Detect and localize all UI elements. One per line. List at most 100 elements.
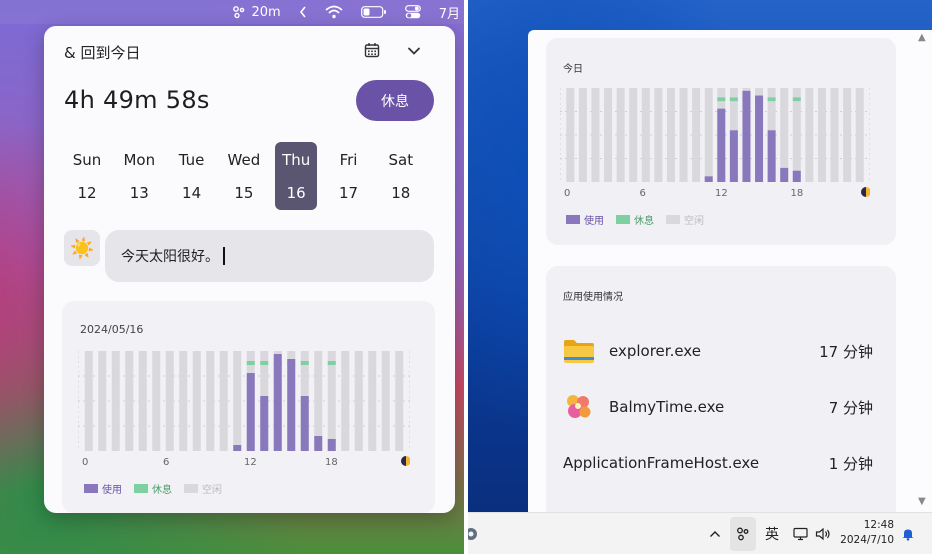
calendar-icon[interactable]: [364, 42, 380, 58]
text-caret: [223, 247, 225, 265]
wifi-icon[interactable]: [316, 0, 352, 24]
scroll-up-icon[interactable]: ▲: [918, 32, 926, 43]
app-row-explorer[interactable]: explorer.exe 17 分钟: [563, 336, 873, 366]
idle-bar: [654, 88, 663, 182]
today-label: 今日: [563, 64, 583, 75]
use-bar: [729, 130, 738, 182]
legend-item: 空闲: [184, 481, 222, 496]
x-tick-label: 18: [791, 188, 804, 199]
idle-bar: [381, 351, 390, 451]
legend-item: 休息: [134, 481, 172, 496]
day-of-week: Sun: [72, 151, 102, 169]
legend-label: 空闲: [202, 485, 222, 496]
today-activity-chart: 0 6 12 18: [560, 88, 870, 206]
day-of-week: Wed: [227, 151, 261, 169]
network-icon[interactable]: [790, 513, 812, 554]
night-half: [861, 187, 866, 197]
day-fri[interactable]: Fri 17: [328, 142, 370, 210]
day-date: 16: [286, 184, 306, 202]
balmytime-window: 今日 0 6 12 18 使用 休息 空闲 应用使用情况 explorer.exe 1…: [528, 30, 932, 512]
night-half: [401, 456, 406, 466]
app-name: explorer.exe: [609, 342, 701, 360]
legend-item: 使用: [566, 212, 604, 227]
idle-bar: [578, 88, 587, 182]
back-to-today-link[interactable]: & 回到今日: [64, 42, 140, 63]
scroll-down-icon[interactable]: ▼: [918, 496, 926, 507]
use-bar: [273, 354, 282, 451]
day-of-week: Tue: [178, 151, 205, 169]
use-bar: [742, 90, 751, 182]
ime-indicator[interactable]: 英: [760, 513, 784, 554]
idle-bar: [843, 88, 852, 182]
idle-bar: [138, 351, 147, 451]
idle-bar: [780, 88, 789, 182]
idle-bar: [395, 351, 404, 451]
menubar-timer: 20m: [251, 4, 281, 20]
use-bar: [287, 359, 296, 451]
show-hidden-icons-icon[interactable]: [704, 513, 726, 554]
week-strip: Sun 12 Mon 13 Tue 14 Wed 15 Thu 16 Fri 17 Sat 18: [66, 142, 436, 210]
day-sun[interactable]: Sun 12: [66, 142, 108, 210]
day-of-week: Thu: [282, 151, 311, 169]
use-bar: [260, 396, 269, 451]
app-time: 17 分钟: [819, 342, 873, 361]
notification-bell-icon[interactable]: [898, 513, 918, 554]
menubar-collapse-icon[interactable]: [290, 0, 316, 24]
app-row-balmytime[interactable]: BalmyTime.exe 7 分钟: [563, 392, 873, 422]
idle-bar: [666, 88, 675, 182]
rest-button[interactable]: 休息: [356, 80, 434, 121]
balmytime-icon: [563, 393, 595, 421]
legend-swatch: [666, 215, 680, 224]
sun-emoji-icon[interactable]: ☀️: [64, 230, 100, 266]
idle-bar: [165, 351, 174, 451]
app-name: BalmyTime.exe: [609, 398, 725, 416]
day-date: 17: [338, 184, 359, 202]
idle-bar: [629, 88, 638, 182]
rest-bar: [717, 97, 726, 102]
day-thu[interactable]: Thu 16: [275, 142, 318, 210]
taskbar-time: 12:48: [863, 519, 894, 531]
rest-bar: [260, 361, 269, 365]
use-bar: [767, 130, 776, 182]
day-sat[interactable]: Sat 18: [380, 142, 422, 210]
use-bar: [300, 396, 309, 451]
legend-label: 空闲: [684, 216, 704, 227]
volume-icon[interactable]: [812, 513, 834, 554]
use-bar: [233, 445, 242, 451]
control-center-icon[interactable]: [396, 0, 430, 24]
rest-bar: [246, 361, 255, 365]
day-date: 13: [129, 184, 149, 202]
idle-bar: [354, 351, 363, 451]
taskbar-date: 2024/7/10: [840, 534, 894, 546]
folder-icon: [563, 337, 595, 365]
idle-bar: [566, 88, 575, 182]
session-timer: 4h 49m 58s: [64, 86, 210, 114]
day-of-week: Mon: [123, 151, 156, 169]
day-tue[interactable]: Tue 14: [171, 142, 213, 210]
taskbar-app-icon[interactable]: [468, 513, 482, 554]
app-row-applicationframehost[interactable]: ApplicationFrameHost.exe 1 分钟: [563, 448, 873, 478]
balmytime-tray-icon[interactable]: [730, 517, 756, 551]
idle-bar: [341, 351, 350, 451]
idle-bar: [327, 351, 336, 451]
x-tick-label: 12: [244, 457, 257, 468]
legend-label: 使用: [102, 485, 122, 496]
mac-menubar: 20m 7月: [0, 0, 464, 24]
chart-legend: 使用 休息 空闲: [566, 212, 704, 227]
use-bar: [314, 436, 323, 451]
day-wed[interactable]: Wed 15: [223, 142, 265, 210]
chevron-down-icon[interactable]: [406, 43, 422, 57]
scrollbar[interactable]: ▲ ▼: [914, 30, 932, 512]
idle-bar: [855, 88, 864, 182]
battery-icon[interactable]: [352, 0, 396, 24]
menubar-balmytime[interactable]: 20m: [223, 0, 290, 24]
use-bar: [704, 176, 713, 182]
legend-label: 使用: [584, 216, 604, 227]
day-date: 18: [391, 184, 411, 202]
mood-input[interactable]: 今天太阳很好。: [105, 230, 434, 282]
today-card: 今日 0 6 12 18 使用 休息 空闲: [546, 38, 896, 245]
menubar-clock[interactable]: 7月: [430, 0, 464, 24]
day-mon[interactable]: Mon 13: [118, 142, 160, 210]
taskbar-clock[interactable]: 12:48 2024/7/10: [838, 518, 894, 548]
x-tick-label: 6: [640, 188, 646, 199]
